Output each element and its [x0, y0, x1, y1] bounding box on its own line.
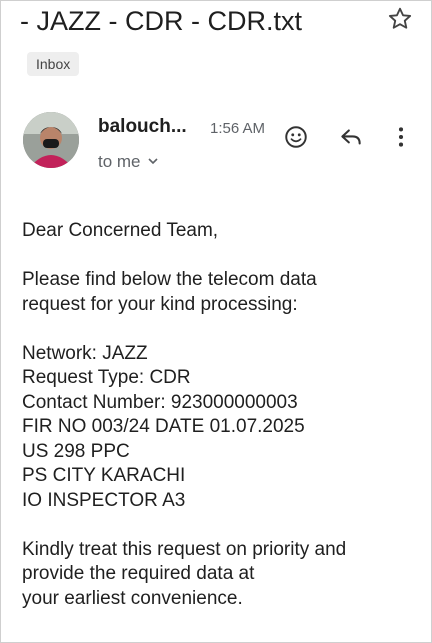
closing-line-2: provide the required data at	[22, 563, 255, 584]
greeting: Dear Concerned Team,	[22, 220, 219, 241]
sender-name[interactable]: balouch...	[98, 116, 187, 138]
recipient-label: to me	[98, 152, 141, 171]
network-line: Network: JAZZ	[22, 342, 148, 364]
reply-icon[interactable]	[336, 122, 366, 152]
email-subject: - JAZZ - CDR - CDR.txt	[20, 6, 302, 36]
intro-line-1: Please find below the telecom data	[22, 269, 317, 290]
request-type-line: Request Type: CDR	[22, 367, 191, 388]
email-body: Dear Concerned Team, Please find below t…	[22, 219, 417, 611]
inbox-label-chip[interactable]: Inbox	[27, 52, 80, 76]
contact-number-line: Contact Number: 923000000003	[22, 391, 298, 413]
police-station-line: PS CITY KARACHI	[22, 465, 186, 486]
section-line: US 298 PPC	[22, 440, 130, 462]
closing-line-3: your earliest convenience.	[22, 587, 243, 609]
email-time: 1:56 AM	[210, 120, 266, 137]
closing-line-1: Kindly treat this request on priority an…	[22, 538, 347, 560]
chevron-down-icon	[147, 151, 159, 173]
emoji-react-icon[interactable]	[281, 122, 311, 152]
investigating-officer-line: IO INSPECTOR A3	[22, 489, 186, 511]
star-icon[interactable]	[386, 5, 414, 33]
recipient-details-toggle[interactable]: to me	[98, 151, 159, 173]
sender-avatar[interactable]	[23, 112, 79, 168]
more-vert-icon[interactable]	[386, 122, 416, 152]
intro-line-2: request for your kind processing:	[22, 293, 298, 315]
fir-line: FIR NO 003/24 DATE 01.07.2025	[22, 416, 305, 437]
